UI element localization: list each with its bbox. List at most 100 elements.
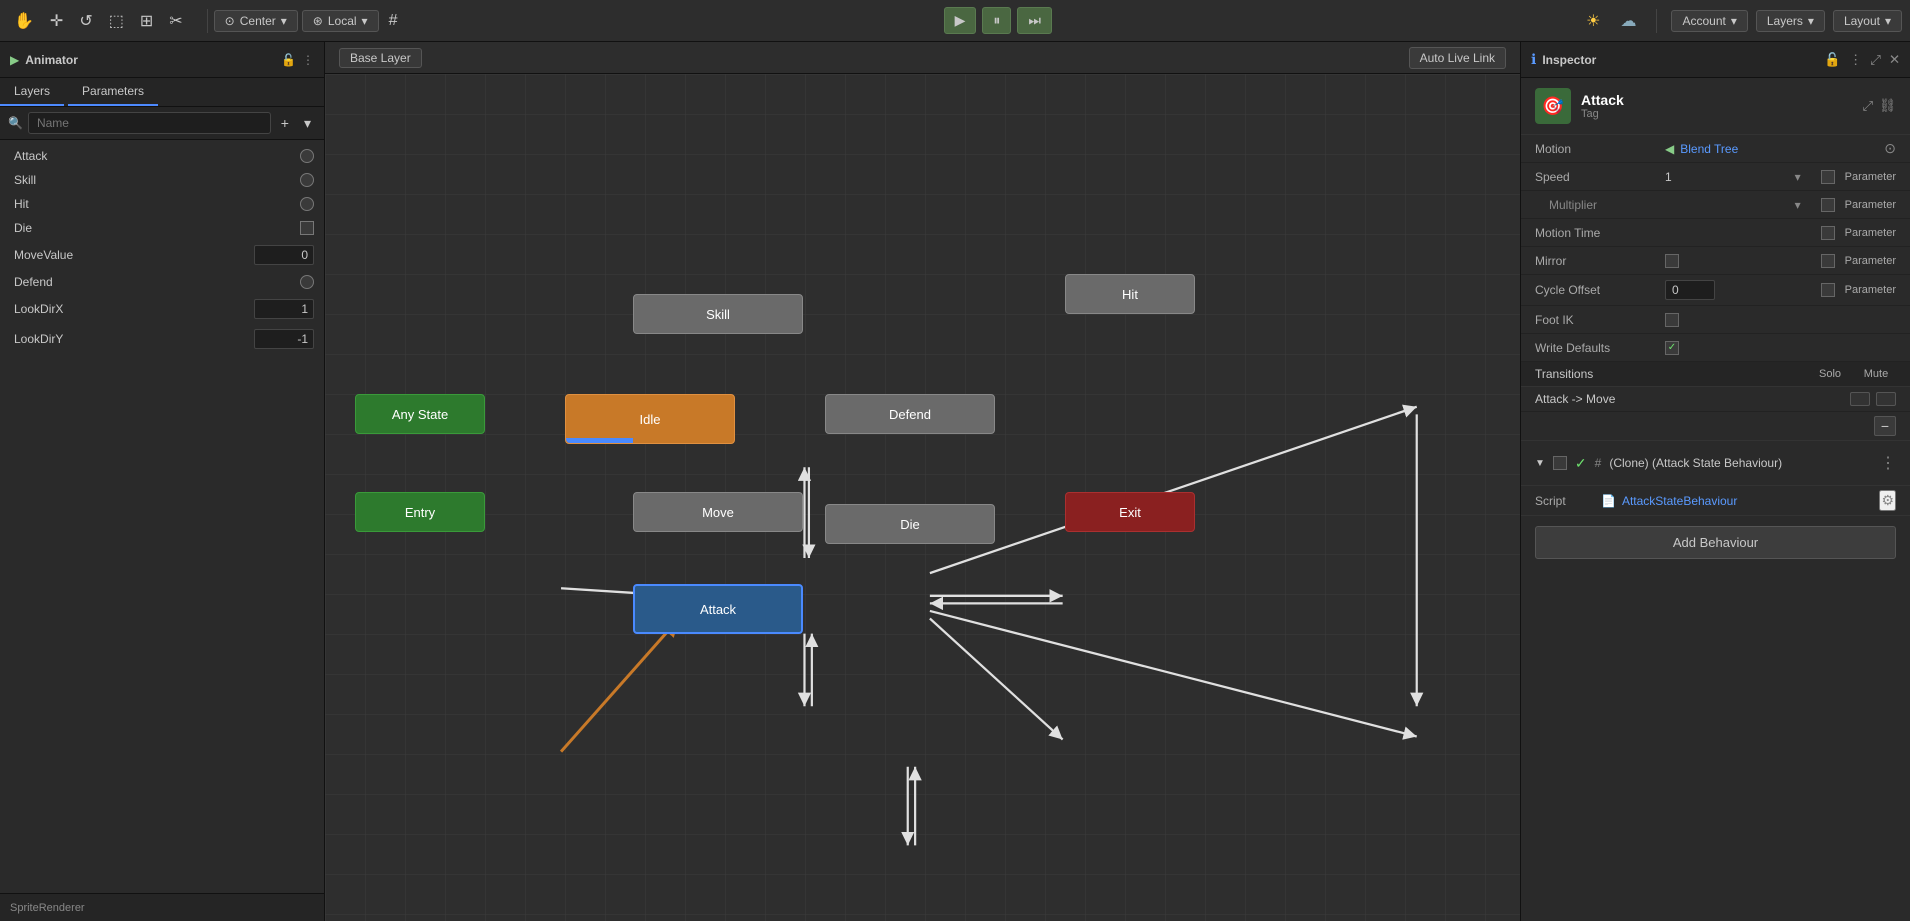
tab-layers[interactable]: Layers (0, 78, 64, 106)
param-movevalue-input[interactable] (254, 245, 314, 265)
die-node[interactable]: Die (825, 504, 995, 544)
cloud-icon-btn[interactable]: ☁ (1614, 7, 1642, 35)
script-settings-btn[interactable]: ⚙ (1879, 490, 1896, 511)
status-bar: SpriteRenderer (0, 893, 324, 921)
account-label: Account (1682, 14, 1725, 28)
param-attack[interactable]: Attack (0, 144, 324, 168)
transition-attack-move[interactable]: Attack -> Move (1521, 387, 1910, 412)
entry-node[interactable]: Entry (355, 492, 485, 532)
panel-menu-btn[interactable]: ⋮ (302, 53, 314, 67)
multiplier-dropdown[interactable]: ▾ (1795, 198, 1801, 212)
info-icon: ℹ (1531, 51, 1536, 68)
tab-parameters[interactable]: Parameters (68, 78, 158, 106)
param-skill[interactable]: Skill (0, 168, 324, 192)
transition-mute-toggle[interactable] (1876, 392, 1896, 406)
transform-tool[interactable]: ⊞ (134, 7, 159, 35)
param-hit-indicator (300, 197, 314, 211)
hit-node[interactable]: Hit (1065, 274, 1195, 314)
step-button[interactable]: ⏭ (1017, 7, 1052, 34)
speed-value: 1 ▾ Parameter (1665, 170, 1896, 184)
param-defend[interactable]: Defend (0, 270, 324, 294)
write-defaults-toggle[interactable] (1665, 341, 1679, 355)
param-movevalue[interactable]: MoveValue (0, 240, 324, 270)
defend-node[interactable]: Defend (825, 394, 995, 434)
param-lookdirx[interactable]: LookDirX (0, 294, 324, 324)
multiplier-row: Multiplier ▾ Parameter (1521, 191, 1910, 219)
motion-target-btn[interactable]: ⊙ (1884, 140, 1896, 157)
grid-btn[interactable]: # (383, 8, 404, 34)
cycle-offset-param-checkbox[interactable] (1821, 283, 1835, 297)
sun-icon-btn[interactable]: ☀ (1580, 7, 1606, 35)
attack-node[interactable]: Attack (633, 584, 803, 634)
add-behaviour-button[interactable]: Add Behaviour (1535, 526, 1896, 559)
skill-node[interactable]: Skill (633, 294, 803, 334)
motion-label: Motion (1535, 142, 1665, 156)
behaviour-hash-icon: # (1595, 456, 1602, 470)
speed-param-checkbox[interactable] (1821, 170, 1835, 184)
multiplier-param-checkbox[interactable] (1821, 198, 1835, 212)
param-lookdiry[interactable]: LookDirY (0, 324, 324, 354)
idle-node[interactable]: Idle (565, 394, 735, 444)
state-unlink-btn[interactable]: ⛓ (1879, 98, 1896, 114)
layout-dropdown[interactable]: Layout ▾ (1833, 10, 1902, 32)
play-button[interactable]: ▶ (944, 7, 977, 34)
local-label: Local (328, 14, 357, 28)
inspector-lock-btn[interactable]: 🔓 (1824, 52, 1841, 68)
cycle-offset-label: Cycle Offset (1535, 283, 1665, 297)
foot-ik-toggle[interactable] (1665, 313, 1679, 327)
behaviour-menu-btn[interactable]: ⋮ (1880, 453, 1896, 473)
sep1 (207, 9, 208, 33)
move-tool[interactable]: ✛ (44, 7, 69, 35)
rotate-tool[interactable]: ↺ (73, 7, 98, 35)
layers-dropdown[interactable]: Layers ▾ (1756, 10, 1825, 32)
param-hit[interactable]: Hit (0, 192, 324, 216)
motion-link[interactable]: Blend Tree (1680, 142, 1738, 156)
write-defaults-value (1665, 341, 1896, 355)
param-die[interactable]: Die (0, 216, 324, 240)
panel-lock-btn[interactable]: 🔓 (281, 53, 296, 67)
search-input[interactable] (28, 112, 271, 134)
auto-live-link-button[interactable]: Auto Live Link (1409, 47, 1506, 69)
inspector-cols-btn[interactable]: ⋮ (1849, 52, 1862, 68)
remove-transition-btn[interactable]: − (1874, 416, 1896, 436)
inspector-panel: ℹ Inspector 🔓 ⋮ ⤢ ✕ 🎯 Attack Tag ⤢ ⛓ (1520, 42, 1910, 921)
param-lookdiry-input[interactable] (254, 329, 314, 349)
cycle-offset-param-label: Parameter (1845, 284, 1896, 296)
multiplier-value: ▾ Parameter (1665, 198, 1896, 212)
main-area: ▶ Animator 🔓 ⋮ Layers Parameters 🔍 + ▾ A… (0, 42, 1910, 921)
motion-time-checkbox[interactable] (1821, 226, 1835, 240)
any-state-node[interactable]: Any State (355, 394, 485, 434)
center-icon: ⊙ (225, 14, 235, 28)
inspector-close-btn[interactable]: ✕ (1889, 52, 1900, 68)
account-dropdown[interactable]: Account ▾ (1671, 10, 1747, 32)
hand-tool[interactable]: ✋ (8, 7, 40, 35)
param-die-indicator (300, 221, 314, 235)
param-menu-btn[interactable]: ▾ (299, 113, 316, 134)
speed-dropdown[interactable]: ▾ (1795, 170, 1801, 184)
pause-button[interactable]: ⏸ (982, 7, 1011, 34)
script-file-icon: 📄 (1601, 494, 1616, 508)
center-canvas[interactable]: Base Layer Auto Live Link (325, 42, 1520, 921)
rect-tool[interactable]: ⬚ (103, 7, 130, 35)
animator-graph[interactable]: Any State Entry Idle Skill Defend Move H… (325, 74, 1520, 921)
scissors-tool[interactable]: ✂ (163, 7, 188, 35)
behaviour-row: ▼ ✓ # (Clone) (Attack State Behaviour) ⋮ (1535, 449, 1896, 477)
cycle-offset-input[interactable] (1665, 280, 1715, 300)
breadcrumb-baselayer[interactable]: Base Layer (339, 48, 422, 68)
motion-time-row: Motion Time Parameter (1521, 219, 1910, 247)
param-lookdirx-input[interactable] (254, 299, 314, 319)
mirror-param-checkbox[interactable] (1821, 254, 1835, 268)
inspector-maximize-btn[interactable]: ⤢ (1870, 52, 1881, 68)
add-param-button[interactable]: + (276, 113, 294, 133)
transition-solo-toggle[interactable] (1850, 392, 1870, 406)
local-dropdown[interactable]: ⊛ Local ▾ (302, 10, 379, 32)
behaviour-active-checkbox[interactable] (1553, 456, 1567, 470)
mirror-toggle[interactable] (1665, 254, 1679, 268)
behaviour-title: (Clone) (Attack State Behaviour) (1609, 456, 1872, 470)
move-node[interactable]: Move (633, 492, 803, 532)
layout-label: Layout (1844, 14, 1880, 28)
state-expand-btn[interactable]: ⤢ (1862, 98, 1873, 114)
exit-node[interactable]: Exit (1065, 492, 1195, 532)
script-link[interactable]: AttackStateBehaviour (1622, 494, 1873, 508)
center-dropdown[interactable]: ⊙ Center ▾ (214, 10, 298, 32)
